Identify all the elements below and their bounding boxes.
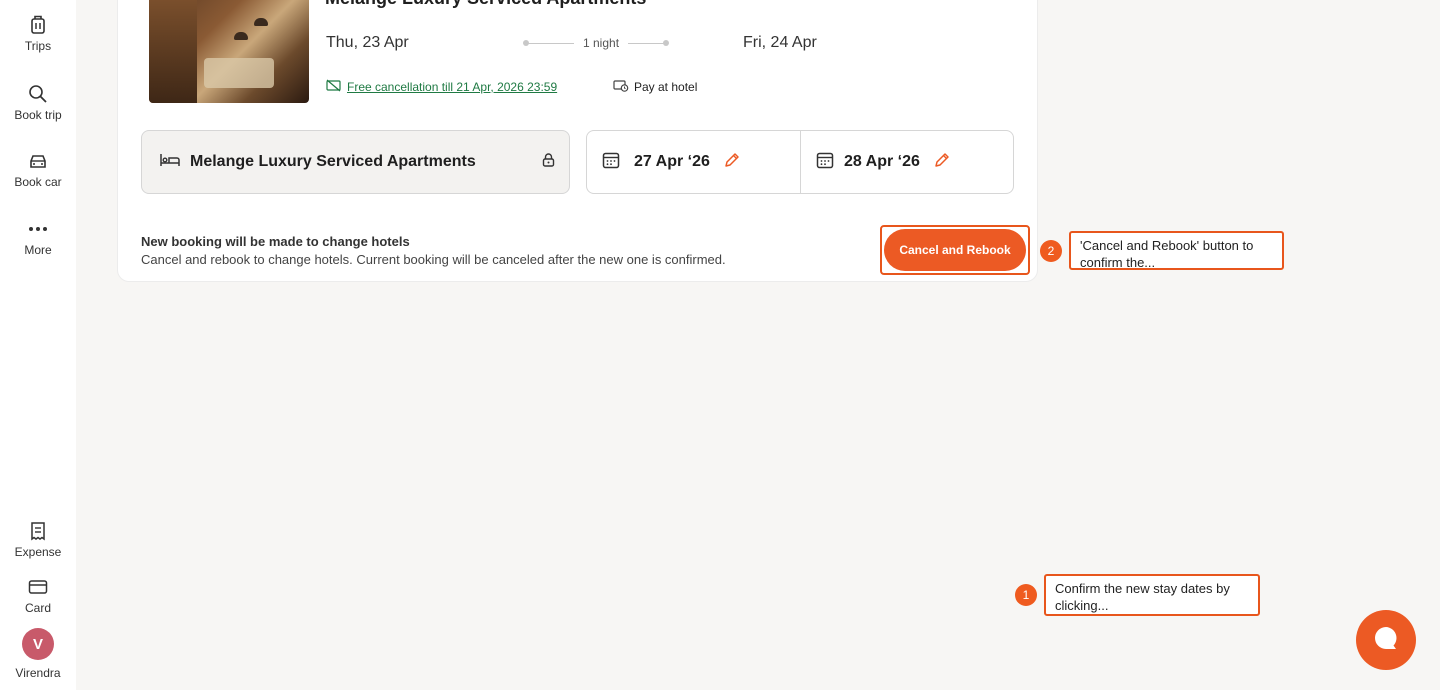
receipt-icon	[27, 520, 49, 542]
new-check-in-value: 27 Apr ‘26	[634, 153, 710, 170]
hotel-name: Melange Luxury Serviced Apartments	[190, 153, 476, 170]
sidebar-item-label: Expense	[14, 545, 62, 559]
avatar: V	[22, 628, 54, 660]
search-icon	[27, 83, 49, 105]
callout-step-1: Confirm the new stay dates by clicking..…	[1044, 574, 1260, 616]
user-name: Virendra	[15, 666, 61, 680]
timeline-line	[528, 43, 574, 44]
sidebar-item-trips[interactable]: Trips	[0, 14, 76, 53]
sidebar-item-label: More	[24, 243, 52, 257]
check-in-date: Thu, 23 Apr	[326, 34, 409, 51]
chat-bubble-icon	[1371, 623, 1401, 658]
luggage-icon	[27, 14, 49, 36]
payment-text: Pay at hotel	[634, 80, 698, 94]
calendar-icon	[816, 151, 834, 174]
sidebar-item-label: Card	[24, 601, 51, 615]
chat-support-button[interactable]	[1356, 610, 1416, 670]
nights-count: 1 night	[583, 36, 620, 50]
wallet-clock-icon	[613, 79, 629, 95]
new-dates-picker: 27 Apr ‘26 28 Apr ‘26	[586, 130, 1014, 194]
new-check-out-field[interactable]: 28 Apr ‘26	[800, 131, 1013, 193]
check-out-date: Fri, 24 Apr	[743, 34, 817, 51]
user-profile[interactable]: V Virendra	[0, 628, 76, 680]
calendar-icon	[602, 151, 620, 174]
payment-info: Pay at hotel	[613, 79, 697, 95]
notice-title: New booking will be made to change hotel…	[141, 234, 410, 249]
cancel-and-rebook-button[interactable]: Cancel and Rebook	[884, 229, 1026, 271]
edit-pencil-icon[interactable]	[724, 152, 740, 173]
sidebar-item-expense[interactable]: Expense	[0, 520, 76, 559]
notice-body: Cancel and rebook to change hotels. Curr…	[141, 252, 726, 267]
ticket-cancel-icon	[326, 79, 341, 95]
hotel-photo	[149, 0, 309, 103]
car-icon	[27, 150, 49, 172]
sidebar-item-more[interactable]: More	[0, 218, 76, 257]
step-badge-1: 1	[1015, 584, 1037, 606]
timeline-dot	[663, 40, 669, 46]
timeline-line	[628, 43, 666, 44]
new-check-out-value: 28 Apr ‘26	[844, 153, 920, 170]
sidebar-item-label: Trips	[24, 39, 52, 53]
edit-pencil-icon[interactable]	[934, 152, 950, 173]
sidebar-item-book-car[interactable]: Book car	[0, 150, 76, 189]
sidebar-item-card[interactable]: Card	[0, 576, 76, 615]
more-dots-icon	[27, 218, 49, 240]
hotel-name-header: Melange Luxury Serviced Apartments	[325, 0, 646, 9]
credit-card-icon	[27, 576, 49, 598]
bed-icon	[160, 153, 180, 172]
hotel-selection-locked: Melange Luxury Serviced Apartments	[141, 130, 570, 194]
free-cancellation-link[interactable]: Free cancellation till 21 Apr, 2026 23:5…	[326, 79, 557, 95]
sidebar-item-book-trip[interactable]: Book trip	[0, 83, 76, 122]
lock-icon	[542, 152, 555, 172]
new-check-in-field[interactable]: 27 Apr ‘26	[587, 131, 800, 193]
sidebar-item-label: Book car	[14, 175, 62, 189]
sidebar-item-label: Book trip	[14, 108, 62, 122]
free-cancellation-text: Free cancellation till 21 Apr, 2026 23:5…	[347, 80, 558, 94]
step-badge-2: 2	[1040, 240, 1062, 262]
sidebar: Trips Book trip Book car More Expense Ca…	[0, 0, 76, 690]
callout-step-2: 'Cancel and Rebook' button to confirm th…	[1069, 231, 1284, 270]
